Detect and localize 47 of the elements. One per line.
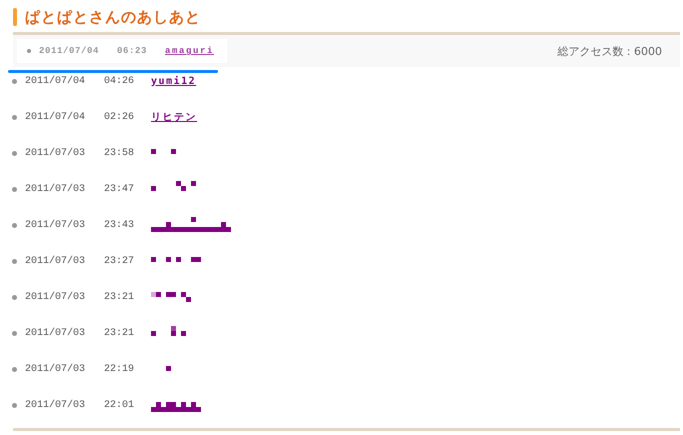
total-access-count: 総アクセス数 : 6000 xyxy=(557,44,662,58)
entry-time: 23:21 xyxy=(104,328,134,338)
bullet-icon xyxy=(12,222,17,228)
entry-date: 2011/07/03 xyxy=(25,364,86,374)
visitor-link[interactable]: amaguri xyxy=(165,46,214,56)
entry-time: 22:19 xyxy=(104,364,134,374)
pixel-name-drawing[interactable] xyxy=(151,292,192,302)
entry-time: 23:43 xyxy=(104,220,134,230)
entry-date: 2011/07/03 xyxy=(25,400,86,410)
entry-date: 2011/07/03 xyxy=(25,328,86,338)
pixel-name-drawing[interactable] xyxy=(151,326,186,336)
bullet-icon xyxy=(12,402,17,408)
entry-time: 23:21 xyxy=(104,292,134,302)
bullet-icon xyxy=(12,186,17,192)
entry-time: 23:58 xyxy=(104,148,134,158)
entry-date: 2011/07/03 xyxy=(25,256,86,266)
page-title: ぱとぱとさんのあしあと xyxy=(25,8,201,26)
visitor-link[interactable]: リヒテン xyxy=(151,110,198,124)
pixel-name-drawing[interactable] xyxy=(151,181,196,191)
bullet-icon xyxy=(12,330,17,336)
entry-time: 02:26 xyxy=(104,112,134,122)
pixel-name-drawing[interactable] xyxy=(151,149,176,154)
bullet-icon xyxy=(12,114,17,120)
bullet-icon xyxy=(27,49,31,53)
entry-time: 23:47 xyxy=(104,184,134,194)
pixel-name-drawing[interactable] xyxy=(166,366,172,371)
pixel-name-drawing[interactable] xyxy=(151,402,202,412)
pixel-name-drawing[interactable] xyxy=(151,217,232,232)
visitor-link[interactable]: yumi12 xyxy=(151,76,196,86)
entry-date: 2011/07/03 xyxy=(25,184,86,194)
bullet-icon xyxy=(12,78,17,84)
heading-accent-bar xyxy=(13,8,17,26)
pixel-name-drawing[interactable] xyxy=(151,257,202,262)
entry-time: 04:26 xyxy=(104,76,134,86)
entry-date: 2011/07/04 xyxy=(25,76,86,86)
entry-time: 06:23 xyxy=(117,46,148,56)
entry-date: 2011/07/03 xyxy=(25,148,86,158)
entry-time: 22:01 xyxy=(104,400,134,410)
bullet-icon xyxy=(12,294,17,300)
entry-date: 2011/07/03 xyxy=(25,220,86,230)
bullet-icon xyxy=(12,258,17,264)
bullet-icon xyxy=(12,150,17,156)
entry-date: 2011/07/04 xyxy=(25,112,86,122)
entry-date: 2011/07/04 xyxy=(39,46,100,56)
entry-time: 23:27 xyxy=(104,256,134,266)
entry-date: 2011/07/03 xyxy=(25,292,86,302)
bullet-icon xyxy=(12,366,17,372)
